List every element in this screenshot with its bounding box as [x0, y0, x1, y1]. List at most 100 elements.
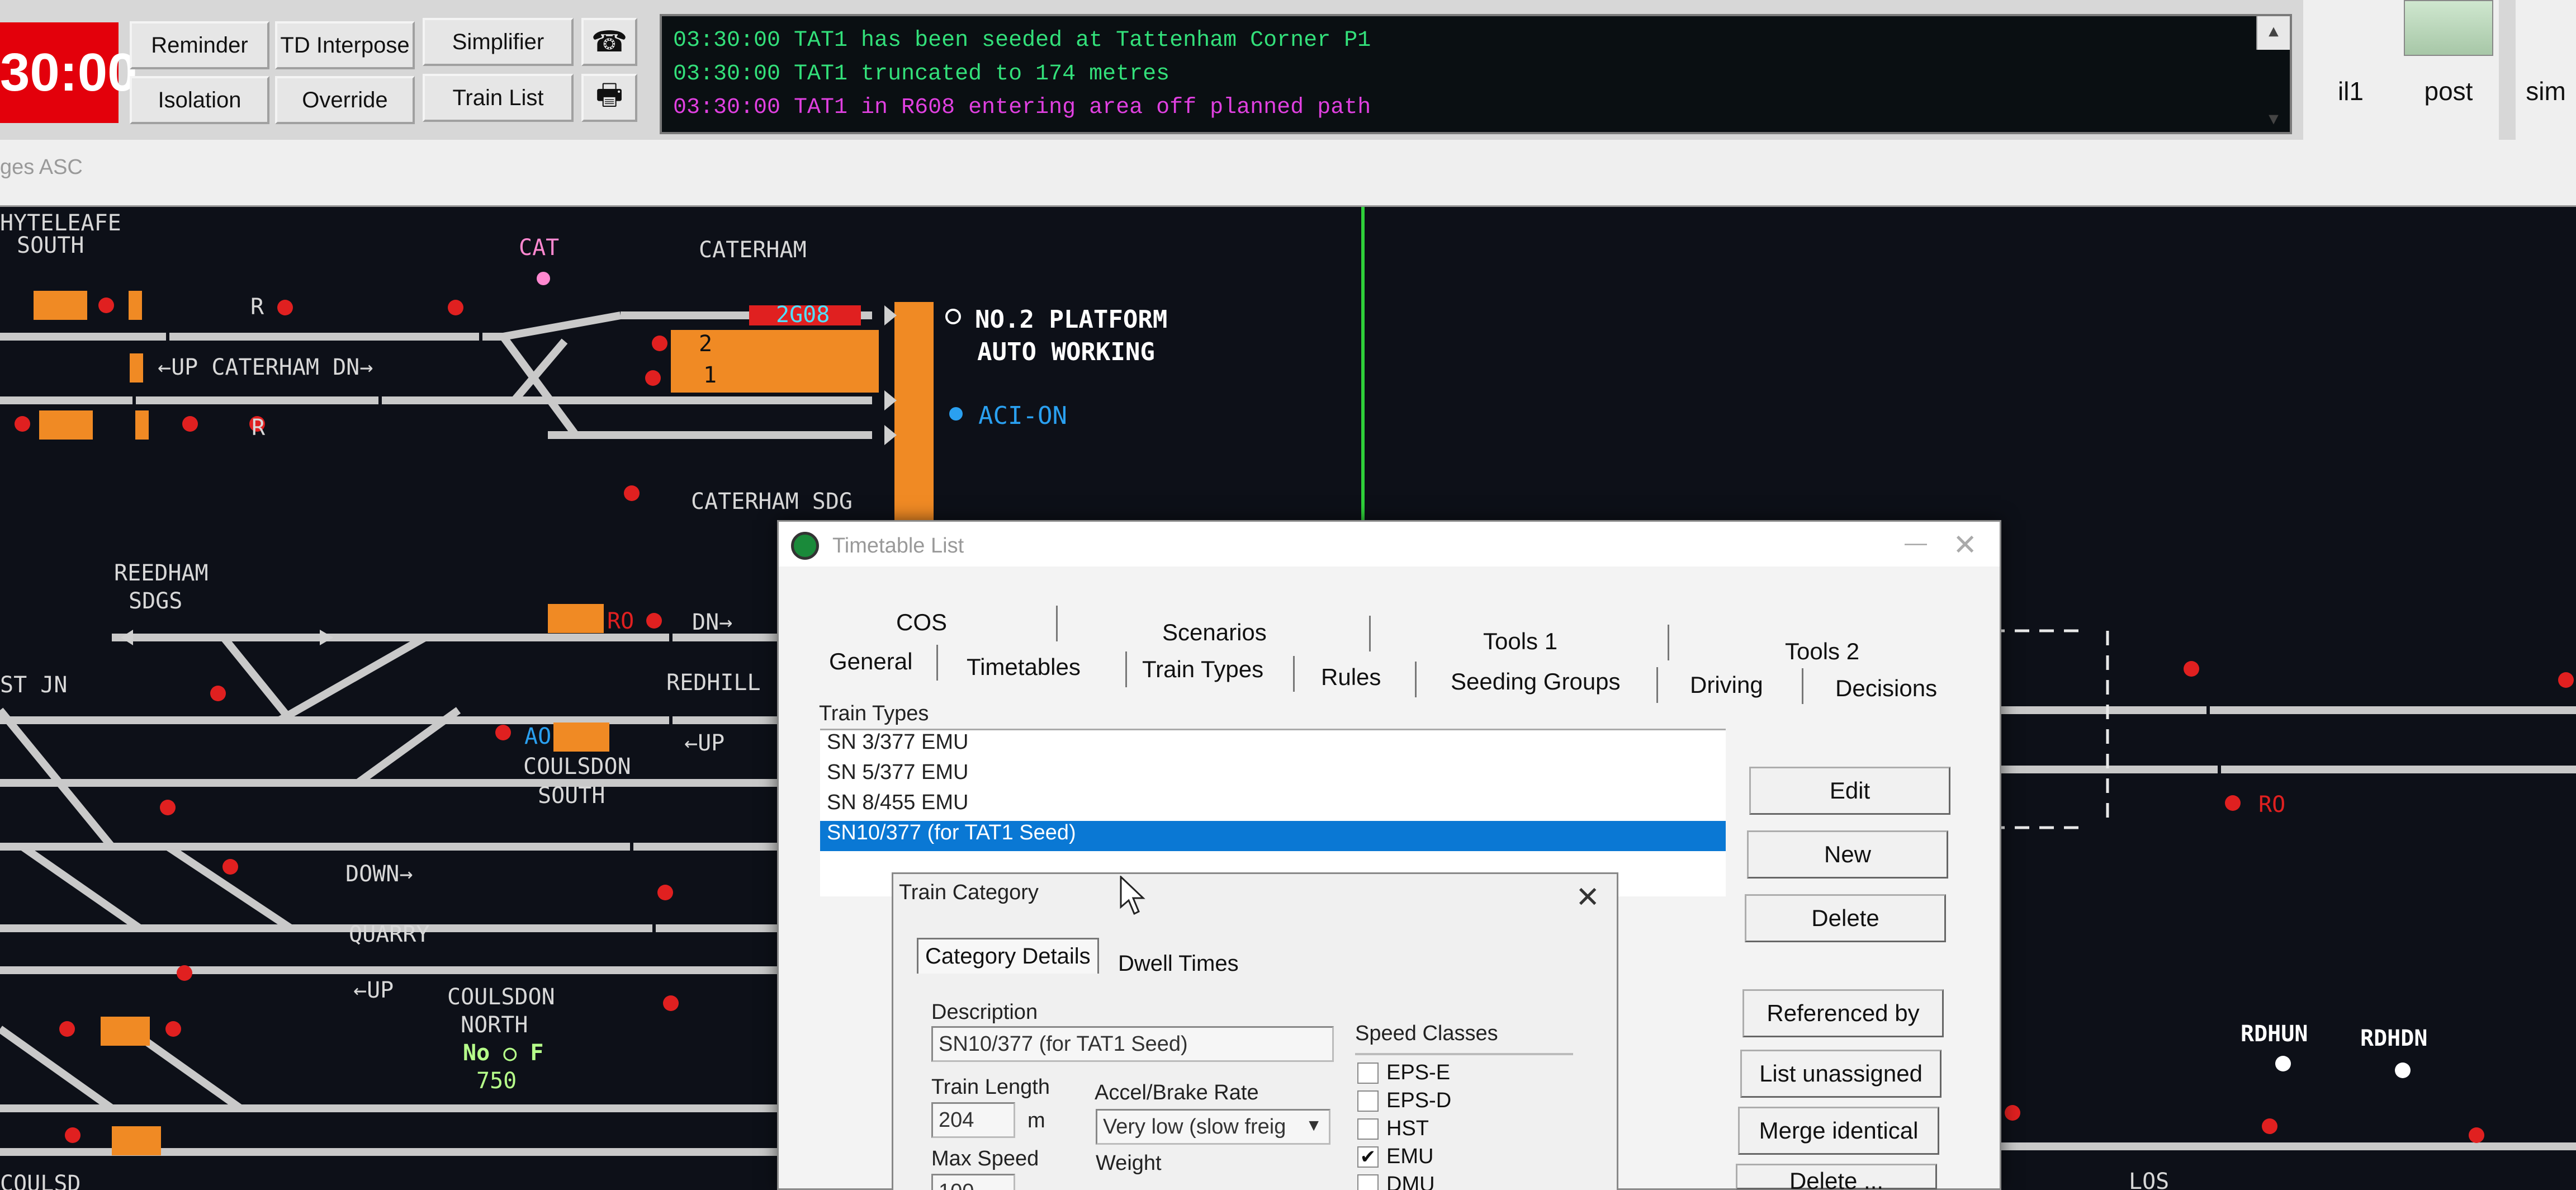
track-occupied-block — [129, 291, 142, 320]
tab-driving[interactable]: Driving — [1684, 669, 1769, 701]
tab-timetables[interactable]: Timetables — [961, 651, 1086, 683]
log-line: 03:30:00 TAT1 in R608 entering area off … — [673, 95, 1371, 120]
accel-select[interactable]: Very low (slow freig ▼ — [1096, 1109, 1330, 1145]
td-interpose-button[interactable]: TD Interpose — [275, 21, 415, 69]
dashed-boundary — [1990, 629, 2109, 829]
tab-cos[interactable]: COS — [891, 607, 953, 638]
tab-separator — [1415, 662, 1417, 697]
close-icon[interactable]: ✕ — [1953, 528, 1977, 562]
list-item[interactable]: SN 8/455 EMU — [820, 791, 1726, 821]
station-label: COULSDON — [523, 754, 631, 780]
aci-indicator — [949, 407, 963, 421]
scroll-up-icon[interactable]: ▲ — [2257, 16, 2290, 50]
platform-status: NO.2 PLATFORM — [975, 305, 1168, 334]
station-label: COULSDON — [447, 984, 555, 1010]
tab-separator — [1125, 651, 1127, 687]
desktop-icon-il1[interactable]: il1 — [2303, 0, 2398, 140]
direction-label: DOWN→ — [345, 861, 413, 887]
simplifier-button[interactable]: Simplifier — [423, 18, 574, 66]
phone-icon[interactable]: ☎ — [581, 18, 637, 66]
tab-separator — [1802, 668, 1803, 704]
cat-indicator — [537, 272, 550, 285]
tab-decisions[interactable]: Decisions — [1830, 673, 1943, 704]
scroll-down-icon[interactable]: ▼ — [2257, 103, 2290, 137]
new-button[interactable]: New — [1747, 830, 1948, 879]
delete-button[interactable]: Delete — [1745, 894, 1946, 942]
tab-dwell-times[interactable]: Dwell Times — [1111, 947, 1246, 981]
reminder-button[interactable]: Reminder — [130, 21, 269, 69]
status-indicator: No ○ F — [463, 1040, 544, 1066]
dialog-title-bar: Timetable List — ✕ — [779, 522, 2000, 566]
desktop-icon-label: sim — [2526, 77, 2566, 106]
train-berth[interactable]: 2G08 — [776, 302, 830, 328]
track-occupied-block — [548, 604, 604, 633]
description-field[interactable]: SN10/377 (for TAT1 Seed) — [931, 1026, 1334, 1062]
direction-label: ←UP CATERHAM DN→ — [158, 355, 373, 380]
station-label: SOUTH — [17, 233, 84, 258]
station-label: COULSD — [0, 1171, 81, 1190]
tab-separator — [1656, 667, 1658, 703]
signal-label: R — [250, 294, 264, 320]
list-item-selected[interactable]: SN10/377 (for TAT1 Seed) — [820, 821, 1726, 851]
speed-class-hst[interactable]: HST — [1357, 1117, 1429, 1141]
tab-separator — [1293, 656, 1295, 692]
tab-tools-2[interactable]: Tools 2 — [1779, 636, 1865, 667]
train-types-list[interactable]: SN 3/377 EMU SN 5/377 EMU SN 8/455 EMU S… — [820, 729, 1726, 896]
station-label: SOUTH — [538, 783, 605, 809]
printer-icon[interactable]: 🖶 — [581, 74, 637, 122]
merge-identical-button[interactable]: Merge identical — [1738, 1107, 1939, 1155]
station-label: CATERHAM — [699, 237, 807, 263]
minimize-icon[interactable]: — — [1905, 531, 1927, 556]
list-item[interactable]: SN 3/377 EMU — [820, 730, 1726, 761]
log-scrollbar[interactable]: ▲ ▼ — [2256, 16, 2290, 130]
checkbox-label: EPS-E — [1386, 1061, 1451, 1084]
close-icon[interactable]: ✕ — [1575, 881, 1600, 914]
tab-category-details[interactable]: Category Details — [917, 938, 1099, 974]
speed-class-eps-d[interactable]: EPS-D — [1357, 1089, 1451, 1113]
checkbox-checked[interactable]: ✔ — [1357, 1146, 1379, 1168]
tab-tools-1[interactable]: Tools 1 — [1478, 626, 1563, 657]
checkbox-label: HST — [1386, 1117, 1429, 1140]
tab-seeding-groups[interactable]: Seeding Groups — [1445, 666, 1626, 697]
dialog-title: Train Category — [899, 881, 1039, 904]
max-speed-field[interactable]: 100 — [931, 1174, 1015, 1190]
referenced-by-button[interactable]: Referenced by — [1742, 989, 1944, 1037]
tab-train-types[interactable]: Train Types — [1137, 654, 1269, 685]
station-label: SDGS — [129, 588, 183, 614]
tab-scenarios[interactable]: Scenarios — [1157, 617, 1272, 648]
tab-general[interactable]: General — [823, 646, 918, 677]
track-occupied-block — [34, 291, 87, 320]
log-line: 03:30:00 TAT1 has been seeded at Tattenh… — [673, 28, 1371, 53]
dialog-title: Timetable List — [832, 534, 964, 558]
app-icon — [791, 532, 819, 560]
speed-class-emu[interactable]: ✔ EMU — [1357, 1145, 1433, 1169]
checkbox[interactable] — [1357, 1118, 1379, 1140]
delete-unused-button[interactable]: Delete ... — [1736, 1164, 1937, 1190]
clock-display: 30:00 — [0, 22, 138, 123]
train-length-field[interactable]: 204 — [931, 1102, 1015, 1138]
signal-label: R — [252, 415, 266, 441]
platform-status: AUTO WORKING — [977, 338, 1155, 366]
station-label: CATERHAM SDG — [691, 489, 853, 514]
accel-label: Accel/Brake Rate — [1095, 1081, 1259, 1104]
list-item[interactable]: SN 5/377 EMU — [820, 761, 1726, 791]
tab-rules[interactable]: Rules — [1315, 662, 1386, 693]
top-toolbar: 30:00 Reminder TD Interpose Simplifier ☎… — [0, 0, 2576, 140]
list-unassigned-button[interactable]: List unassigned — [1740, 1050, 1942, 1098]
desktop-icon-post[interactable]: post — [2398, 0, 2499, 140]
weight-label: Weight — [1096, 1151, 1162, 1175]
edit-button[interactable]: Edit — [1749, 767, 1950, 815]
desktop-icon-sim[interactable]: sim — [2516, 0, 2576, 140]
train-list-button[interactable]: Train List — [423, 74, 574, 122]
checkbox-label: DMU — [1386, 1173, 1435, 1190]
isolation-button[interactable]: Isolation — [130, 76, 269, 124]
speed-class-eps-e[interactable]: EPS-E — [1357, 1061, 1450, 1085]
checkbox[interactable] — [1357, 1062, 1379, 1084]
checkbox[interactable] — [1357, 1174, 1379, 1190]
override-button[interactable]: Override — [275, 76, 415, 124]
tab-separator — [1668, 625, 1669, 660]
checkbox[interactable] — [1357, 1090, 1379, 1112]
train-category-dialog: Train Category ✕ Category Details Dwell … — [892, 872, 1618, 1190]
speed-class-dmu[interactable]: DMU — [1357, 1173, 1435, 1190]
rdhun-indicator — [2275, 1056, 2291, 1071]
